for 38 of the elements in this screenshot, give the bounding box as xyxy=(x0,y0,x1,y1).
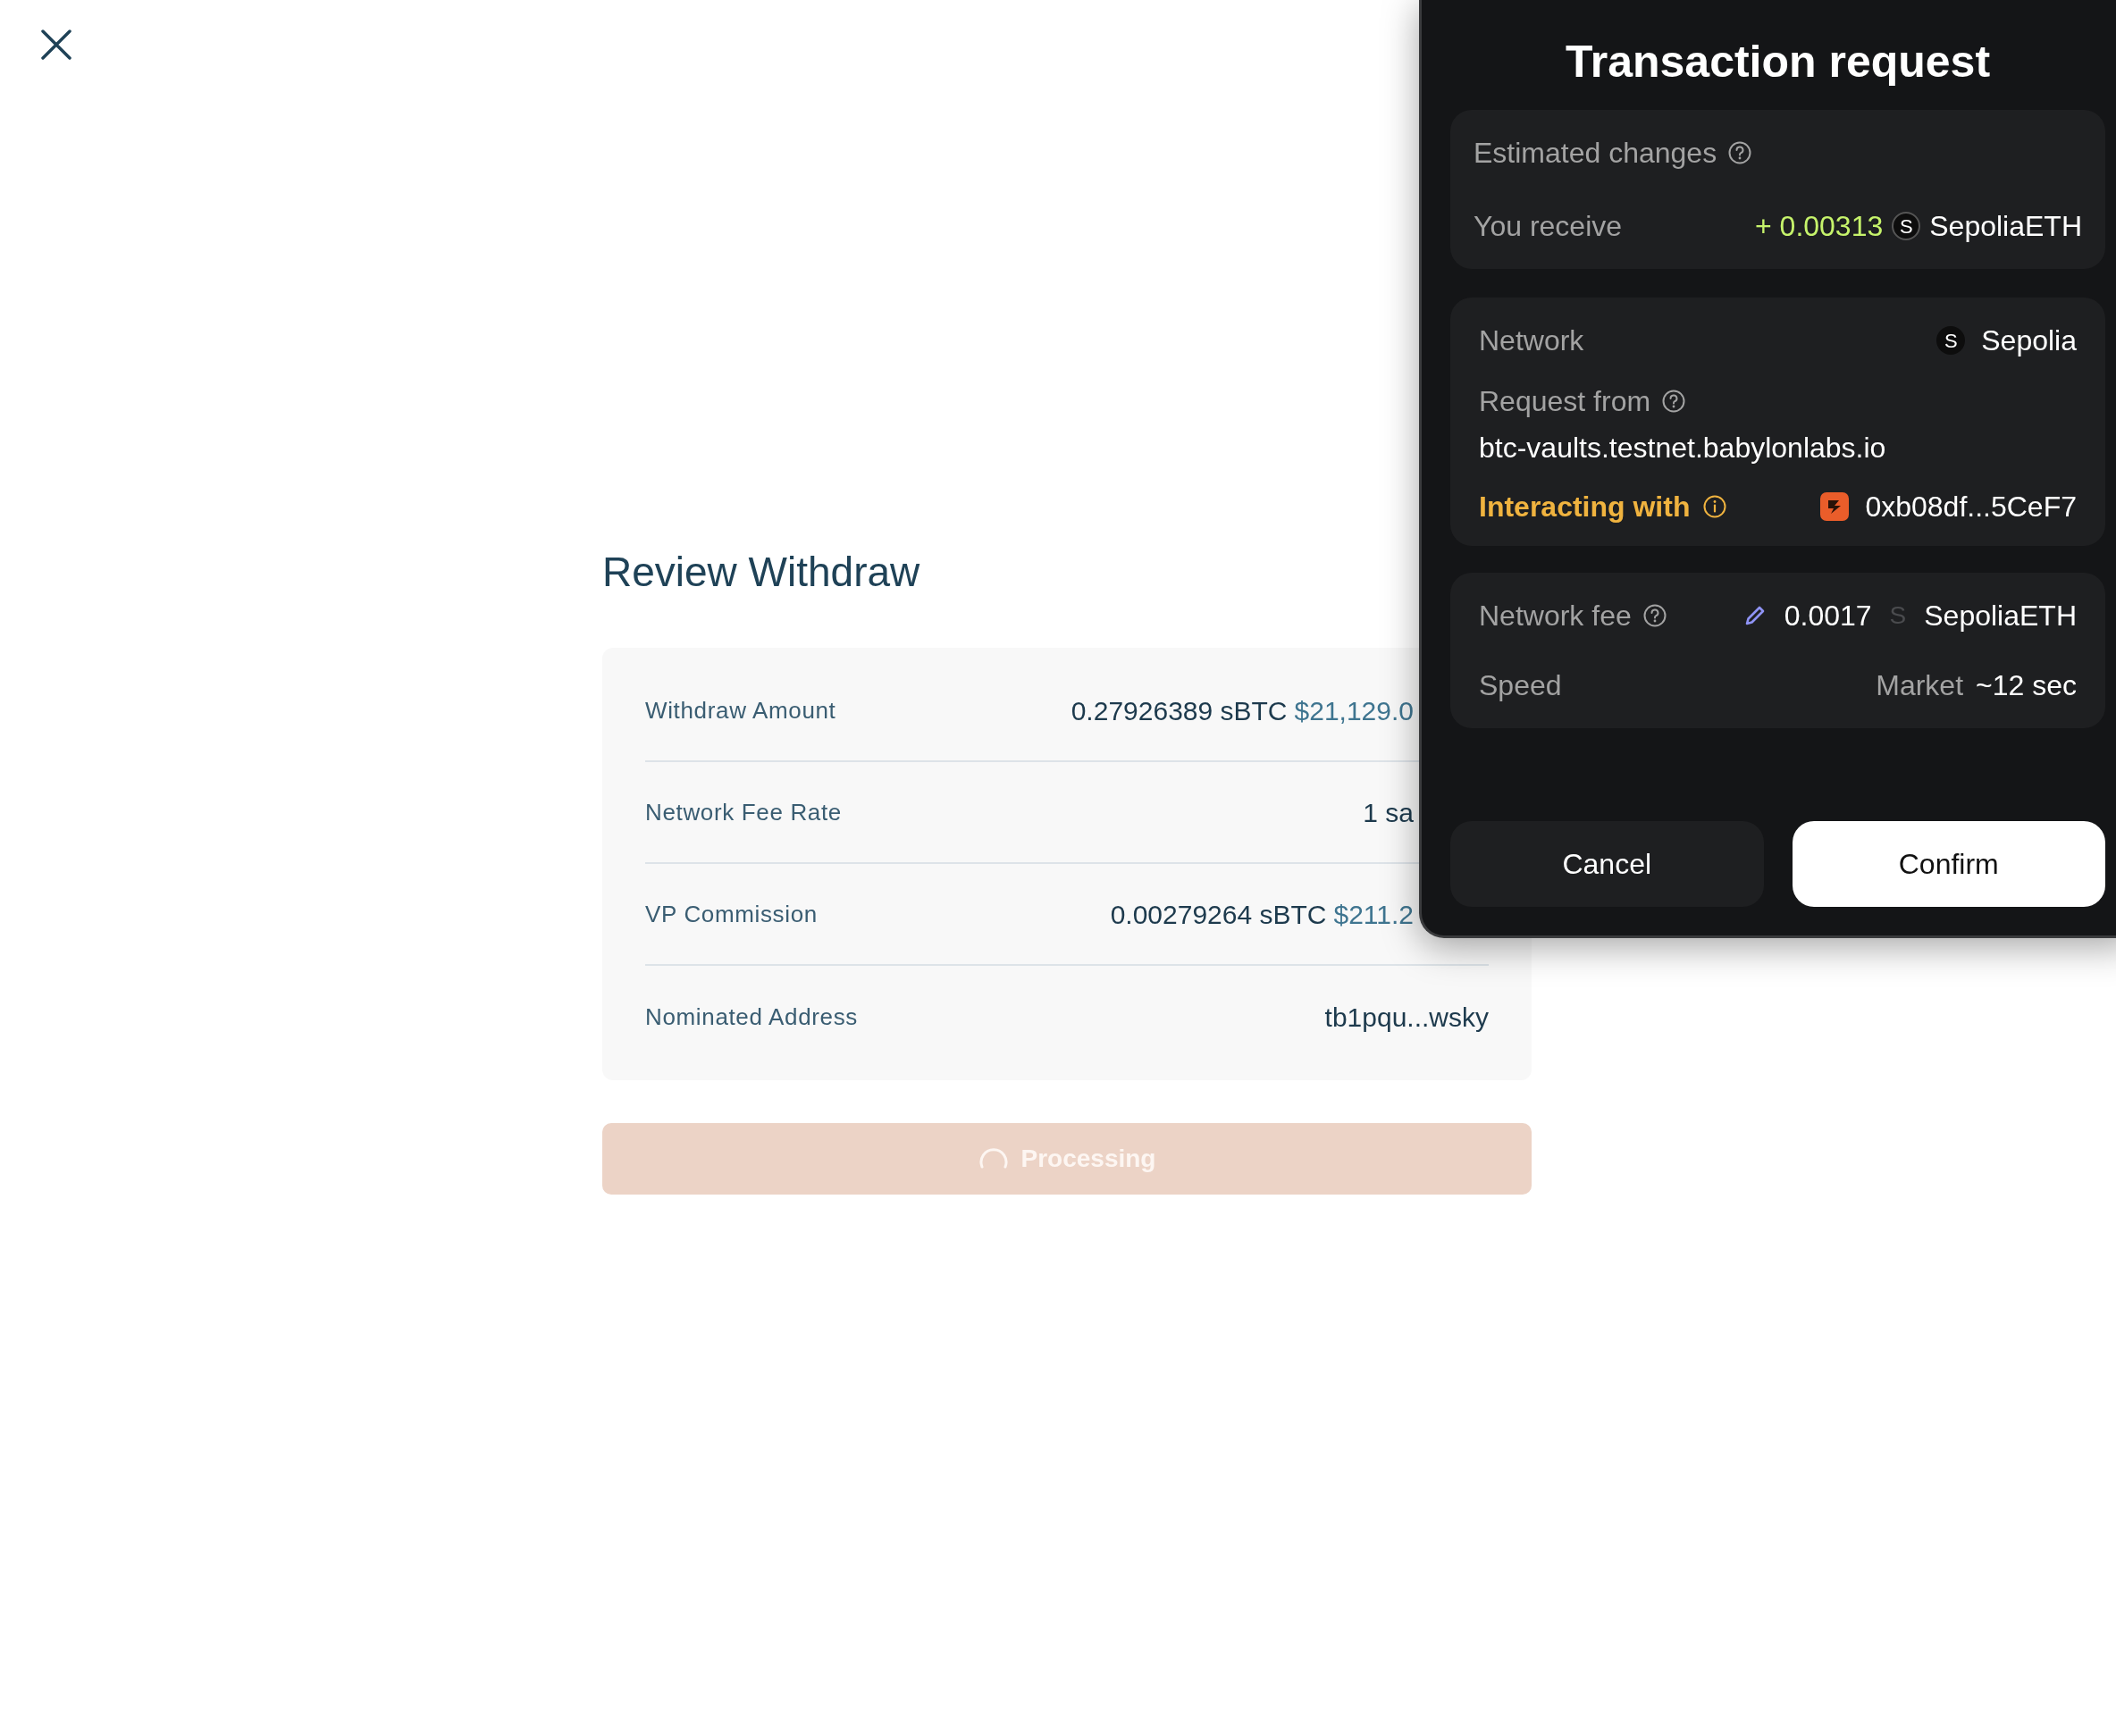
amount-value: + 0.00313 xyxy=(1755,209,1884,244)
close-icon[interactable] xyxy=(41,29,71,60)
page-title: Review Withdraw xyxy=(602,548,920,597)
field-label: Network fee xyxy=(1479,599,1632,633)
contract-address: 0xb08df...5CeF7 xyxy=(1865,490,2077,524)
field-label: Request from xyxy=(1479,384,1651,419)
row-value: 0.00279264 sBTC xyxy=(1110,898,1327,931)
network-icon: S xyxy=(1936,326,1966,355)
section-heading: Estimated changes xyxy=(1474,136,1717,171)
popup-title: Transaction request xyxy=(1564,36,1992,88)
request-origin: btc-vaults.testnet.babylonlabs.io xyxy=(1479,431,1886,465)
row-value: 0.27926389 sBTC xyxy=(1071,694,1288,727)
token-name: SepoliaETH xyxy=(1929,209,2082,244)
row-value: 1 sa xyxy=(1363,796,1414,829)
confirm-button[interactable]: Confirm xyxy=(1792,821,2105,907)
fiat-value: $21,129.0 xyxy=(1294,694,1414,727)
field-label: Network xyxy=(1479,323,1584,358)
token-icon: S xyxy=(1892,212,1921,240)
row-label: Withdraw Amount xyxy=(645,695,836,725)
network-name: Sepolia xyxy=(1981,323,2077,358)
token-name: SepoliaETH xyxy=(1924,599,2077,633)
speed-mode: Market xyxy=(1876,668,1964,703)
row-value: tb1pqu...wsky xyxy=(1324,1001,1489,1034)
fiat-value: $211.2 xyxy=(1333,898,1414,931)
field-label: You receive xyxy=(1474,209,1623,244)
help-icon xyxy=(1642,603,1667,628)
row-label: VP Commission xyxy=(645,899,818,929)
contract-icon xyxy=(1820,492,1850,521)
help-icon xyxy=(1661,389,1687,414)
field-label: Speed xyxy=(1479,668,1562,703)
help-icon xyxy=(1727,140,1753,165)
cancel-button[interactable]: Cancel xyxy=(1450,821,1764,907)
row-label: Nominated Address xyxy=(645,1002,858,1032)
warning-label: Interacting with xyxy=(1479,490,1691,524)
fee-amount: 0.0017 xyxy=(1784,599,1872,633)
row-label: Network Fee Rate xyxy=(645,797,842,827)
info-icon xyxy=(1702,494,1728,519)
speed-time: ~12 sec xyxy=(1976,668,2077,703)
